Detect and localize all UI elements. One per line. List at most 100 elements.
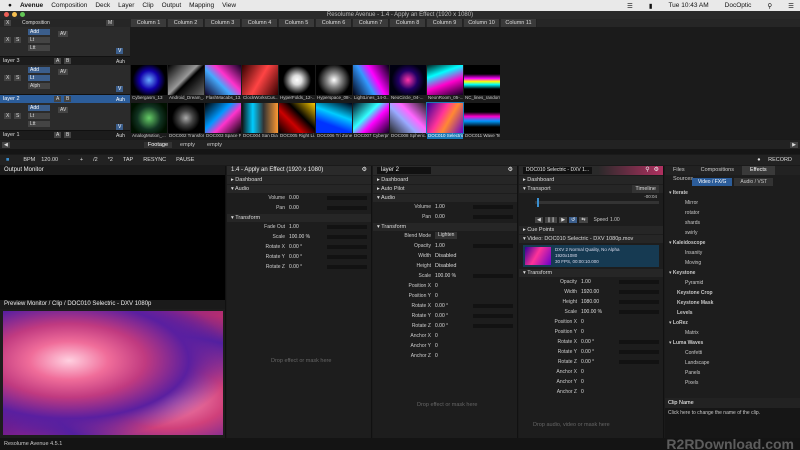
clip-name[interactable]: FlashMacabs_13... — [205, 95, 241, 101]
layer-1-av-button[interactable]: AV — [58, 107, 69, 113]
layer-audio-section[interactable]: ▾ Audio — [373, 194, 517, 202]
clip-thumbnail[interactable] — [205, 65, 241, 95]
column-7-button[interactable]: Column 7 — [353, 19, 389, 27]
clip-name-field[interactable]: DOC010 Selectric - DXV 1... — [523, 167, 593, 174]
param-row[interactable]: Width 1920.00 — [519, 287, 663, 297]
param-value[interactable]: 0 — [435, 341, 438, 351]
menu-clip[interactable]: Clip — [142, 2, 153, 9]
param-row[interactable]: Position X 0 — [519, 317, 663, 327]
effect-item[interactable]: Panels — [669, 368, 800, 378]
param-slider[interactable] — [619, 290, 659, 294]
layer-transform-section[interactable]: ▾ Transform — [373, 223, 517, 231]
param-value[interactable]: 0 — [581, 317, 584, 327]
effect-item[interactable]: Landscape — [669, 358, 800, 368]
effect-item[interactable]: Moving — [669, 258, 800, 268]
deck-tab-empty-1[interactable]: empty — [176, 142, 199, 148]
resync-button[interactable]: RESYNC — [143, 157, 166, 163]
layer-3-b-button[interactable]: B — [64, 58, 72, 64]
clip-name[interactable]: DOC005 Right Li... — [279, 133, 315, 139]
layer-1-v-button[interactable]: V — [116, 124, 124, 130]
param-slider[interactable] — [619, 360, 659, 364]
menu-layer[interactable]: Layer — [118, 2, 134, 9]
param-row[interactable]: Position Y 0 — [373, 291, 517, 301]
bpm-half-button[interactable]: /2 — [93, 157, 98, 163]
subtab-audio[interactable]: Audio / VST — [734, 177, 774, 186]
param-value[interactable]: 0.00 — [435, 212, 445, 222]
zoom-window-button[interactable] — [20, 12, 25, 17]
param-value[interactable]: 100.00 % — [289, 232, 310, 242]
effect-item[interactable]: Mirror — [669, 198, 800, 208]
pause-button[interactable]: PAUSE — [176, 157, 194, 163]
clip-search-icon[interactable]: ⚲ — [645, 166, 649, 175]
param-value[interactable]: 0.00 ° — [289, 252, 302, 262]
bpm-plus-button[interactable]: + — [80, 157, 83, 163]
param-value[interactable]: 0.00 ° — [289, 242, 302, 252]
bounce-button[interactable]: ⇆ — [579, 217, 588, 223]
param-row[interactable]: Scale 100.00 % — [519, 307, 663, 317]
clip-drop-hint[interactable]: Drop audio, video or mask here — [533, 422, 610, 428]
pan-slider[interactable] — [473, 215, 513, 219]
clip-name[interactable]: ClockWorksCus... — [242, 95, 278, 101]
param-slider[interactable] — [327, 235, 367, 239]
param-value[interactable]: 0 — [435, 331, 438, 341]
composition-settings-icon[interactable]: ⚙ — [362, 166, 367, 175]
clip-name[interactable]: NeonRoom_05-... — [427, 95, 463, 101]
column-10-button[interactable]: Column 10 — [464, 19, 500, 27]
tab-files[interactable]: Files — [665, 166, 693, 175]
column-4-button[interactable]: Column 4 — [242, 19, 278, 27]
clip-name[interactable]: DOC003 Space Pa... — [205, 133, 241, 139]
param-value[interactable]: 1.00 — [435, 241, 445, 251]
param-value[interactable]: 0.00 ° — [581, 357, 594, 367]
minimize-window-button[interactable] — [12, 12, 17, 17]
layer-3-s-button[interactable]: S — [14, 37, 22, 43]
clip-transform-section[interactable]: ▾ Transform — [519, 269, 663, 277]
param-value[interactable]: 0 — [581, 327, 584, 337]
param-row[interactable]: Width Disabled — [373, 251, 517, 261]
tap-button[interactable]: TAP — [123, 157, 133, 163]
deck-prev-button[interactable]: ◀ — [2, 141, 10, 148]
layer-2-x-button[interactable]: X — [4, 75, 12, 81]
clip-thumbnail[interactable] — [168, 65, 204, 95]
clip-name[interactable]: AnalogMotion_... — [131, 133, 167, 139]
column-11-button[interactable]: Column 11 — [501, 19, 537, 27]
param-row[interactable]: Opacity 1.00 — [373, 241, 517, 251]
param-row[interactable]: Rotate Y 0.00 ° — [227, 252, 371, 262]
bpm-value[interactable]: 120.00 — [41, 157, 58, 163]
param-row[interactable]: Position X 0 — [373, 281, 517, 291]
tab-compositions[interactable]: Compositions — [693, 166, 742, 175]
clip-thumbnail[interactable] — [426, 102, 464, 134]
param-row[interactable]: Rotate Y 0.00 ° — [373, 311, 517, 321]
volume-slider[interactable] — [327, 196, 367, 200]
param-row[interactable]: Anchor X 0 — [519, 367, 663, 377]
layer-3-blend-add[interactable]: Add — [28, 29, 50, 35]
param-row[interactable]: Scale 100.00 % — [227, 232, 371, 242]
column-8-button[interactable]: Column 8 — [390, 19, 426, 27]
param-row[interactable]: Fade Out 1.00 — [227, 222, 371, 232]
param-row[interactable]: Height 1080.00 — [519, 297, 663, 307]
composition-transform-section[interactable]: ▾ Transform — [227, 214, 371, 222]
clip-thumbnail[interactable] — [464, 65, 500, 95]
clip-thumbnail[interactable] — [353, 103, 389, 133]
param-slider[interactable] — [327, 245, 367, 249]
column-1-button[interactable]: Column 1 — [131, 19, 167, 27]
param-value[interactable]: 0.00 ° — [581, 347, 594, 357]
column-2-button[interactable]: Column 2 — [168, 19, 204, 27]
clip-name[interactable]: NC_lines_random... — [464, 95, 500, 101]
layer-3-v-button[interactable]: V — [116, 48, 124, 54]
menu-app[interactable]: Avenue — [20, 2, 43, 9]
param-row[interactable]: Anchor Z 0 — [373, 351, 517, 361]
param-slider[interactable] — [619, 350, 659, 354]
composition-label[interactable]: Composition — [22, 20, 50, 26]
clip-grid-scrollbar[interactable] — [0, 149, 800, 154]
effect-group[interactable]: ▾ LoRez — [669, 318, 800, 328]
clip-name[interactable]: DOC008 Spheric... — [390, 133, 426, 139]
param-value[interactable]: 0 — [581, 377, 584, 387]
param-row[interactable]: Rotate X 0.00 ° — [373, 301, 517, 311]
effect-item[interactable]: Levels — [669, 308, 800, 318]
loop-button[interactable]: ↺ — [569, 217, 578, 223]
layer-name-field[interactable]: layer 2 — [377, 167, 431, 174]
timeline-playhead[interactable] — [537, 198, 539, 207]
clip-thumbnail[interactable] — [316, 65, 352, 95]
param-row[interactable]: Scale 100.00 % — [373, 271, 517, 281]
clip-thumbnail[interactable] — [427, 65, 463, 95]
